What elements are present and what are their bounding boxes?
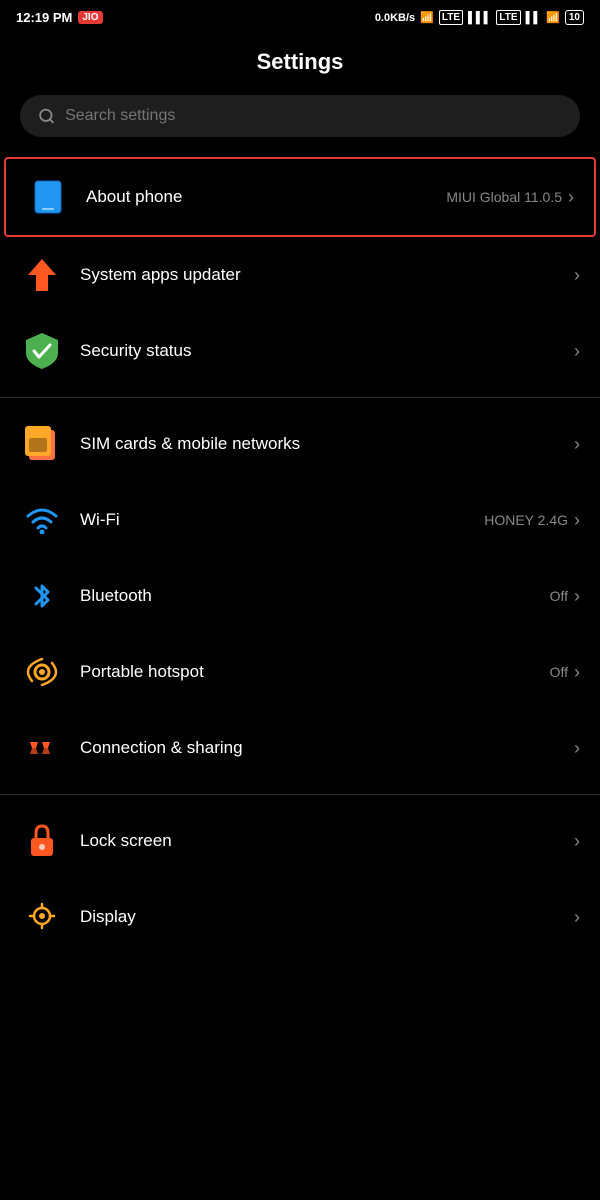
about-phone-content: About phone MIUI Global 11.0.5 › xyxy=(86,187,574,208)
display-icon xyxy=(20,895,64,939)
lte-icon: LTE xyxy=(439,10,463,25)
hotspot-right: Off › xyxy=(550,662,580,683)
signal-icon-3: ▌▌ xyxy=(526,12,542,24)
connection-right: › xyxy=(574,738,580,759)
sim-right: › xyxy=(574,434,580,455)
hotspot-content: Portable hotspot Off › xyxy=(80,662,580,683)
bluetooth-content: Bluetooth Off › xyxy=(80,586,580,607)
system-apps-content: System apps updater › xyxy=(80,265,580,286)
time: 12:19 PM xyxy=(16,10,72,25)
display-right: › xyxy=(574,907,580,928)
hotspot-icon xyxy=(20,650,64,694)
divider-1 xyxy=(0,397,600,398)
security-right: › xyxy=(574,341,580,362)
wifi-right: HONEY 2.4G › xyxy=(484,510,580,531)
settings-item-bluetooth[interactable]: Bluetooth Off › xyxy=(0,558,600,634)
bluetooth-icon xyxy=(20,574,64,618)
settings-item-wifi[interactable]: Wi-Fi HONEY 2.4G › xyxy=(0,482,600,558)
search-input[interactable] xyxy=(65,107,562,125)
lte-icon-2: LTE xyxy=(496,10,520,25)
search-icon xyxy=(38,107,55,125)
about-phone-chevron: › xyxy=(568,187,574,208)
sim-chevron: › xyxy=(574,434,580,455)
page-title: Settings xyxy=(0,31,600,95)
settings-item-display[interactable]: Display › xyxy=(0,879,600,955)
carrier-badge: JIO xyxy=(78,11,102,24)
battery-icon: 10 xyxy=(565,10,584,25)
settings-item-system-apps[interactable]: System apps updater › xyxy=(0,237,600,313)
security-label: Security status xyxy=(80,341,192,361)
divider-2 xyxy=(0,794,600,795)
settings-item-hotspot[interactable]: Portable hotspot Off › xyxy=(0,634,600,710)
lock-screen-icon xyxy=(20,819,64,863)
hotspot-chevron: › xyxy=(574,662,580,683)
security-content: Security status › xyxy=(80,341,580,362)
security-chevron: › xyxy=(574,341,580,362)
about-phone-icon xyxy=(26,175,70,219)
sim-content: SIM cards & mobile networks › xyxy=(80,434,580,455)
hotspot-subtitle: Off xyxy=(550,664,568,680)
settings-item-security[interactable]: Security status › xyxy=(0,313,600,389)
connection-content: Connection & sharing › xyxy=(80,738,580,759)
status-bar: 12:19 PM JIO 0.0KB/s 📶 LTE ▌▌▌ LTE ▌▌ 📶 … xyxy=(0,0,600,31)
about-phone-right: MIUI Global 11.0.5 › xyxy=(446,187,574,208)
wifi-label: Wi-Fi xyxy=(80,510,120,530)
about-phone-label: About phone xyxy=(86,187,182,207)
connection-label: Connection & sharing xyxy=(80,738,243,758)
system-apps-right: › xyxy=(574,265,580,286)
system-apps-chevron: › xyxy=(574,265,580,286)
security-icon xyxy=(20,329,64,373)
wifi-content: Wi-Fi HONEY 2.4G › xyxy=(80,510,580,531)
connection-icon xyxy=(20,726,64,770)
bluetooth-subtitle: Off xyxy=(550,588,568,604)
settings-item-lock[interactable]: Lock screen › xyxy=(0,803,600,879)
system-apps-label: System apps updater xyxy=(80,265,241,285)
settings-item-connection[interactable]: Connection & sharing › xyxy=(0,710,600,786)
lock-label: Lock screen xyxy=(80,831,172,851)
settings-item-sim[interactable]: SIM cards & mobile networks › xyxy=(0,406,600,482)
display-content: Display › xyxy=(80,907,580,928)
sim-icon xyxy=(20,422,64,466)
display-chevron: › xyxy=(574,907,580,928)
bluetooth-label: Bluetooth xyxy=(80,586,152,606)
network-speed: 0.0KB/s xyxy=(375,12,415,24)
signal-icon-2: ▌▌▌ xyxy=(468,12,491,24)
hotspot-label: Portable hotspot xyxy=(80,662,204,682)
lock-chevron: › xyxy=(574,831,580,852)
search-bar[interactable] xyxy=(20,95,580,137)
wifi-subtitle: HONEY 2.4G xyxy=(484,512,568,528)
wifi-icon xyxy=(20,498,64,542)
bluetooth-right: Off › xyxy=(550,586,580,607)
signal-icon: 📶 xyxy=(420,11,434,24)
connection-chevron: › xyxy=(574,738,580,759)
settings-item-about-phone[interactable]: About phone MIUI Global 11.0.5 › xyxy=(4,157,596,237)
sim-label: SIM cards & mobile networks xyxy=(80,434,300,454)
system-apps-icon xyxy=(20,253,64,297)
about-phone-subtitle: MIUI Global 11.0.5 xyxy=(446,189,562,205)
display-label: Display xyxy=(80,907,136,927)
lock-content: Lock screen › xyxy=(80,831,580,852)
lock-right: › xyxy=(574,831,580,852)
wifi-status-icon: 📶 xyxy=(546,11,560,24)
wifi-chevron: › xyxy=(574,510,580,531)
bluetooth-chevron: › xyxy=(574,586,580,607)
status-left: 12:19 PM JIO xyxy=(16,10,103,25)
status-right: 0.0KB/s 📶 LTE ▌▌▌ LTE ▌▌ 📶 10 xyxy=(375,10,584,25)
